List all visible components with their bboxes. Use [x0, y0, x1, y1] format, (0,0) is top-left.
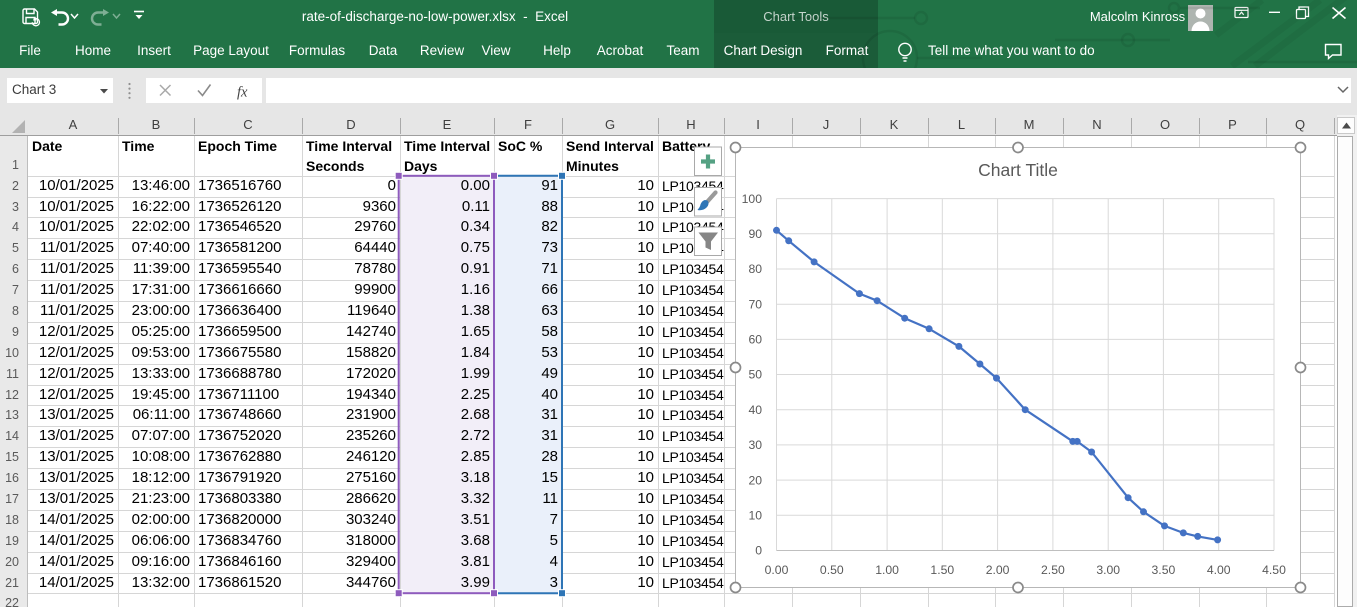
svg-text:3.00: 3.00	[1096, 563, 1120, 577]
svg-text:100: 100	[742, 192, 763, 206]
svg-text:3.50: 3.50	[1152, 563, 1176, 577]
svg-text:4.00: 4.00	[1207, 563, 1231, 577]
svg-text:30: 30	[748, 438, 762, 452]
svg-text:1.50: 1.50	[930, 563, 954, 577]
svg-text:60: 60	[748, 333, 762, 347]
svg-text:0.00: 0.00	[765, 563, 789, 577]
svg-text:2.00: 2.00	[986, 563, 1010, 577]
svg-text:50: 50	[748, 368, 762, 382]
svg-text:70: 70	[748, 297, 762, 311]
svg-text:2.50: 2.50	[1041, 563, 1065, 577]
svg-text:1.00: 1.00	[875, 563, 899, 577]
svg-text:0.50: 0.50	[820, 563, 844, 577]
svg-text:Chart Title: Chart Title	[978, 160, 1058, 180]
svg-text:20: 20	[748, 473, 762, 487]
svg-text:80: 80	[748, 262, 762, 276]
